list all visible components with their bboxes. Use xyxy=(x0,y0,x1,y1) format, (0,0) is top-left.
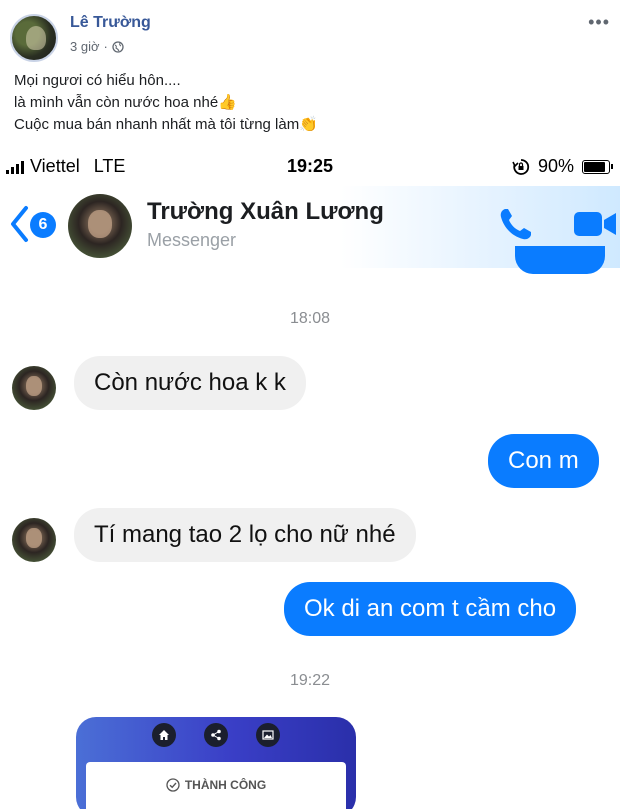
messenger-screenshot: Viettel LTE 19:25 90% 6 Trường Xuân Lươn… xyxy=(0,150,620,809)
author-avatar[interactable] xyxy=(10,14,58,62)
battery-percent: 90% xyxy=(537,156,574,176)
contact-subtitle: Messenger xyxy=(147,230,237,250)
caption-line: là mình vẫn còn nước hoa nhé👍 xyxy=(14,94,237,111)
post-caption: Mọi ngươi có hiểu hôn.... là mình vẫn cò… xyxy=(14,70,318,136)
contact-mini-avatar xyxy=(12,518,56,562)
chat-timestamp: 19:22 xyxy=(289,672,331,689)
more-icon[interactable]: ••• xyxy=(588,12,610,33)
unread-badge[interactable]: 6 xyxy=(30,212,56,238)
post-meta: 3 giờ · xyxy=(70,39,124,54)
contact-name[interactable]: Trường Xuân Lương xyxy=(147,198,384,226)
phone-call-icon[interactable] xyxy=(496,204,536,244)
check-circle-icon xyxy=(166,778,180,792)
message-bubble-outgoing[interactable]: Con m xyxy=(488,434,599,488)
home-icon[interactable] xyxy=(152,723,176,747)
card-body: THÀNH CÔNG xyxy=(86,762,346,809)
share-icon[interactable] xyxy=(204,723,228,747)
card-status-label: THÀNH CÔNG xyxy=(184,778,267,792)
rotation-lock-icon xyxy=(512,158,530,175)
author-name[interactable]: Lê Trường xyxy=(70,14,151,32)
post-time[interactable]: 3 giờ xyxy=(70,39,100,54)
card-icon-row xyxy=(76,723,356,747)
chat-timestamp: 18:08 xyxy=(289,310,331,327)
back-chevron-icon[interactable] xyxy=(8,204,30,244)
message-bubble-incoming[interactable]: Tí mang tao 2 lọ cho nữ nhé xyxy=(74,508,416,562)
image-icon[interactable] xyxy=(256,723,280,747)
caption-line: Cuộc mua bán nhanh nhất mà tôi từng làm👏 xyxy=(14,116,318,133)
contact-avatar[interactable] xyxy=(68,194,132,258)
contact-mini-avatar xyxy=(12,366,56,410)
video-call-icon[interactable] xyxy=(572,208,618,240)
post-header: Lê Trường 3 giờ · ••• Mọi ngươi có hiểu … xyxy=(0,0,620,150)
card-status: THÀNH CÔNG xyxy=(86,778,346,792)
status-bar: Viettel LTE 19:25 90% xyxy=(0,150,620,186)
message-bubble-outgoing[interactable]: Ok di an com t cầm cho xyxy=(284,582,577,636)
globe-icon[interactable] xyxy=(112,40,124,53)
message-bubble-incoming[interactable]: Còn nước hoa k k xyxy=(74,356,306,410)
status-right: 90% xyxy=(512,156,613,177)
battery-icon xyxy=(582,159,613,174)
shared-image-card[interactable]: THÀNH CÔNG xyxy=(76,717,356,809)
caption-line: Mọi ngươi có hiểu hôn.... xyxy=(14,72,181,89)
message-bubble-partial xyxy=(515,246,605,274)
